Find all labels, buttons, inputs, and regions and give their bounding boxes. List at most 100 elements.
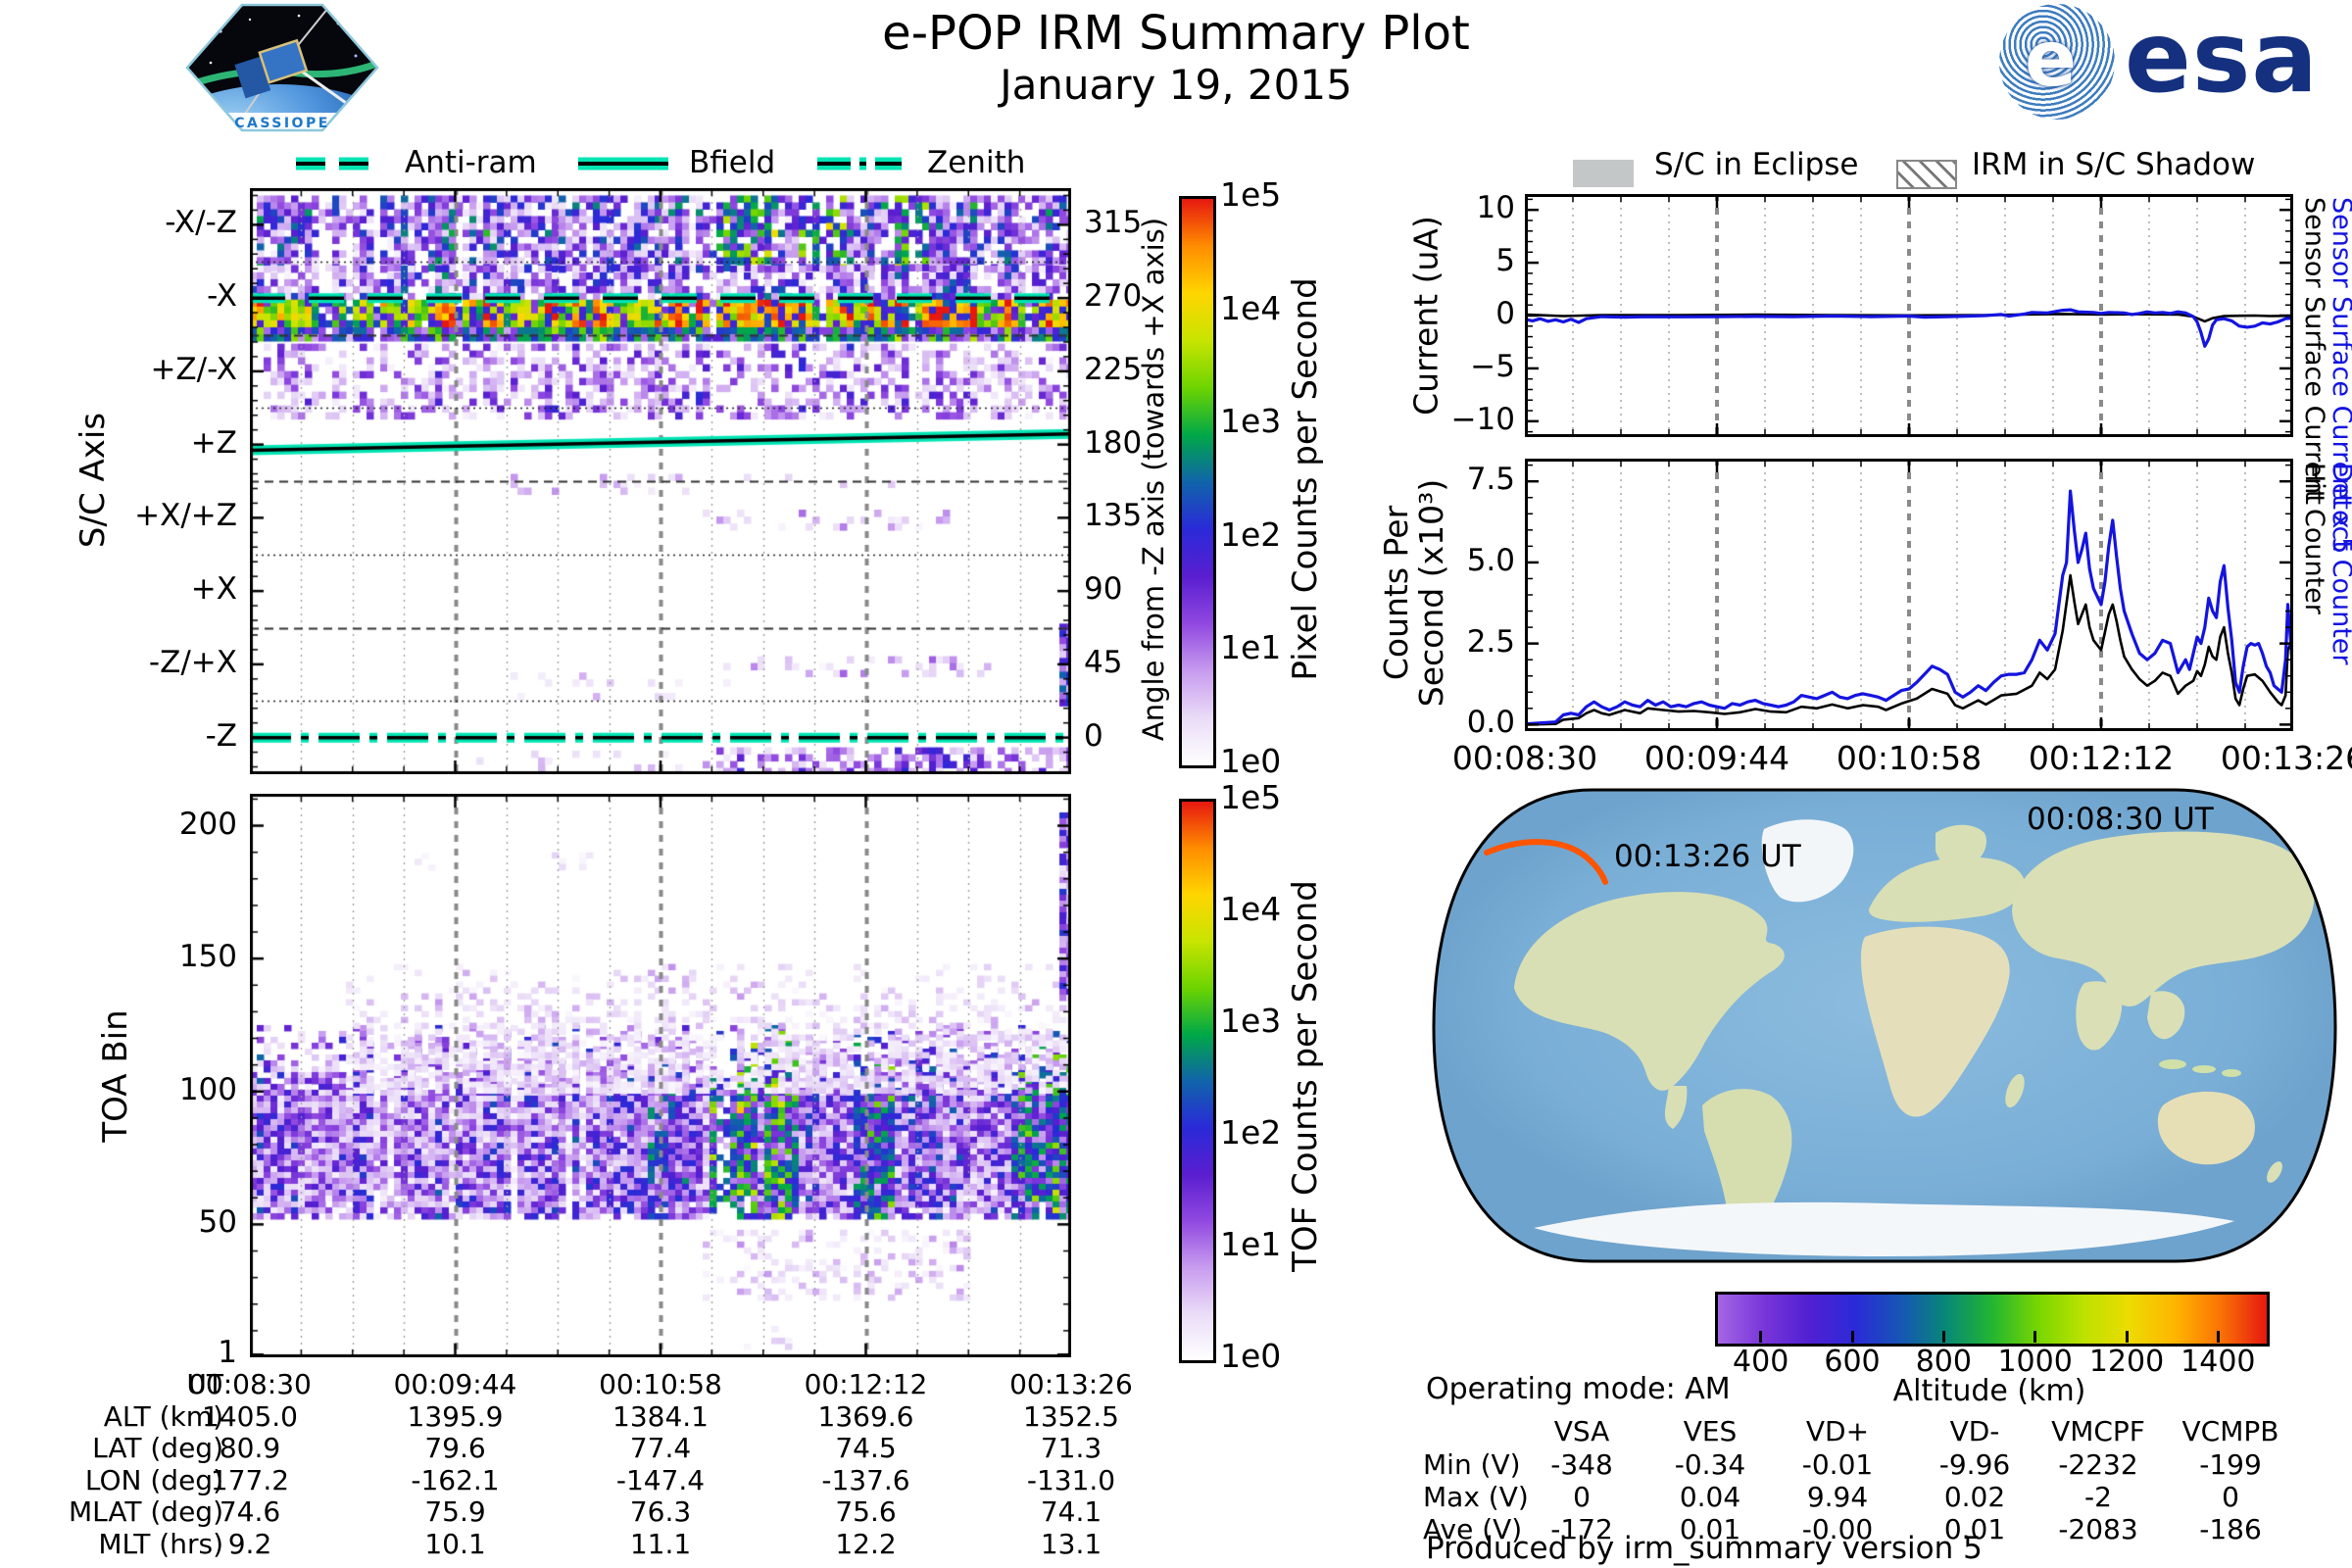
legend-label-bfield: Bfield [689, 145, 776, 180]
time-xtick-3: 00:12:12 [2028, 739, 2175, 777]
volt-col-header-VES: VES [1683, 1415, 1738, 1447]
sc-axis-row-label-6: -Z/+X [148, 644, 237, 680]
tof-cbar-tick-1e0: 1e0 [1220, 1337, 1282, 1375]
tof-cbar-tick-1e1: 1e1 [1220, 1225, 1282, 1263]
angle-tick-90: 90 [1084, 571, 1123, 608]
shadow-legend-label: IRM in S/C Shadow [1972, 147, 2256, 182]
counts-panel [1525, 459, 2293, 731]
angle-tick-45: 45 [1084, 644, 1123, 680]
counts-ytick-5.0: 5.0 [1466, 542, 1515, 578]
volt-col-header-VSA: VSA [1553, 1415, 1610, 1447]
map-body [1434, 790, 2335, 1261]
alt-cbar-tickmark-1200 [2125, 1331, 2129, 1343]
legend-label-zenith: Zenith [927, 145, 1026, 180]
time-xtick-1: 00:09:44 [1643, 739, 1790, 777]
ephem-cell-r2c1: 79.6 [424, 1432, 486, 1464]
ephem-cell-r2c0: 80.9 [219, 1432, 281, 1464]
volt-cell-r0c4: -2232 [2058, 1448, 2138, 1481]
current-ylabel: Current (uA) [1406, 216, 1446, 416]
ephem-cell-r1c4: 1352.5 [1023, 1399, 1119, 1433]
toa-tick-150: 150 [178, 939, 237, 975]
volt-cell-r0c2: -0.01 [1801, 1448, 1874, 1481]
angle-tick-315: 315 [1084, 205, 1143, 241]
ephem-cell-r5c3: 12.2 [835, 1527, 897, 1560]
toa-spectrogram [250, 794, 1071, 1357]
time-xtick-2: 00:10:58 [1836, 739, 1983, 777]
counts-ytick-7.5: 7.5 [1466, 462, 1515, 498]
tof-cbar-tick-1e5: 1e5 [1220, 778, 1282, 816]
counts-ytick-0.0: 0.0 [1466, 705, 1515, 741]
ephem-cell-r1c0: 1405.0 [202, 1399, 298, 1433]
alt-cbar-tick-1400: 1400 [2180, 1345, 2256, 1379]
volt-cell-r2c0: -172 [1550, 1513, 1613, 1545]
counts-series-detect-counter [1525, 489, 2293, 726]
volt-cell-r0c1: -0.34 [1674, 1448, 1746, 1481]
sc-axis-spectrogram [250, 188, 1071, 774]
ephem-cell-r0c3: 00:12:12 [804, 1368, 928, 1400]
plot-date: January 19, 2015 [1000, 61, 1352, 109]
ephem-cell-r4c3: 75.6 [835, 1495, 897, 1528]
current-right-label-black: Sensor Surface Current [2299, 197, 2329, 505]
volt-cell-r1c2: 9.94 [1806, 1481, 1869, 1513]
ephem-cell-r2c2: 77.4 [629, 1432, 692, 1464]
pixel-cbar-tick-1e1: 1e1 [1220, 628, 1282, 667]
legend-line-solid-icon [578, 157, 668, 171]
operating-mode: Operating mode: AM [1426, 1372, 1731, 1406]
ephem-cell-r0c0: 00:08:30 [188, 1368, 312, 1400]
time-xtick-4: 00:13:26 [2220, 739, 2352, 777]
counts-ylabel-line2: Second (x10³) [1412, 478, 1450, 708]
ephem-cell-r4c1: 75.9 [424, 1495, 486, 1528]
toa-tick-1: 1 [218, 1335, 237, 1371]
tof-cbar-tick-1e4: 1e4 [1220, 890, 1282, 928]
ephem-cell-r4c0: 74.6 [219, 1495, 281, 1528]
current-ytick-−5: −5 [1470, 348, 1515, 384]
volt-cell-r2c4: -2083 [2058, 1513, 2138, 1545]
esa-logo: e esa [1999, 2, 2352, 124]
eclipse-legend-label: S/C in Eclipse [1654, 147, 1859, 182]
volt-cell-r1c4: -2 [2084, 1481, 2112, 1513]
ephem-cell-r0c1: 00:09:44 [393, 1368, 517, 1400]
sc-axis-row-label-0: -X/-Z [165, 205, 237, 241]
page-title: e-POP IRM Summary Plot [882, 6, 1470, 61]
volt-cell-r2c1: 0.01 [1679, 1513, 1741, 1545]
ephem-cell-r1c1: 1395.9 [407, 1399, 504, 1433]
alt-cbar-tickmark-1400 [2216, 1331, 2220, 1343]
counts-ylabel: Counts Per Second (x10³) [1377, 478, 1450, 708]
pixel-cbar-tick-1e2: 1e2 [1220, 514, 1282, 554]
toa-tick-50: 50 [198, 1204, 237, 1241]
alt-cbar-tickmark-600 [1850, 1331, 1854, 1343]
ephem-cell-r4c4: 74.1 [1040, 1495, 1102, 1528]
angle-tick-180: 180 [1084, 424, 1143, 461]
orbit-track-start-segment [2305, 824, 2335, 836]
current-ytick-−10: −10 [1450, 401, 1515, 437]
legend-label-anti-ram: Anti-ram [405, 145, 537, 180]
ground-track-map [1432, 788, 2337, 1263]
volt-cell-r1c5: 0 [2222, 1481, 2239, 1513]
current-panel [1525, 194, 2293, 437]
angle-tick-135: 135 [1084, 498, 1143, 534]
volt-cell-r0c5: -199 [2199, 1448, 2262, 1481]
toa-tick-200: 200 [178, 806, 237, 842]
ephem-cell-r3c0: 177.2 [210, 1463, 290, 1496]
pixel-colorbar [1179, 196, 1216, 768]
counts-right-label-black: Hit Counter [2299, 463, 2329, 614]
ephem-cell-r3c4: -131.0 [1026, 1463, 1116, 1496]
ephem-cell-r3c2: -147.4 [615, 1463, 706, 1496]
current-ytick-0: 0 [1495, 296, 1515, 331]
volt-cell-r1c1: 0.04 [1679, 1481, 1741, 1513]
angle-tick-0: 0 [1084, 717, 1103, 754]
ephem-cell-r5c0: 9.2 [227, 1527, 272, 1560]
esa-wordmark: esa [2125, 0, 2319, 115]
angle-tick-270: 270 [1084, 278, 1143, 315]
sc-axis-row-label-2: +Z/-X [150, 351, 237, 387]
volt-cell-r0c0: -348 [1550, 1448, 1613, 1481]
pixel-cbar-tick-1e3: 1e3 [1220, 402, 1282, 441]
epop-irm-summary-plot: { "header": { "title": "e-POP IRM Summar… [0, 0, 2352, 1568]
ephem-cell-r1c2: 1384.1 [612, 1399, 709, 1433]
track-start-time: 00:08:30 UT [2027, 802, 2214, 837]
tof-colorbar-title: TOF Counts per Second [1286, 880, 1325, 1272]
eclipse-legend-swatch [1573, 160, 1634, 187]
current-ytick-5: 5 [1495, 243, 1515, 279]
tof-colorbar [1179, 799, 1216, 1363]
sc-axis-row-label-1: -X [207, 278, 237, 315]
